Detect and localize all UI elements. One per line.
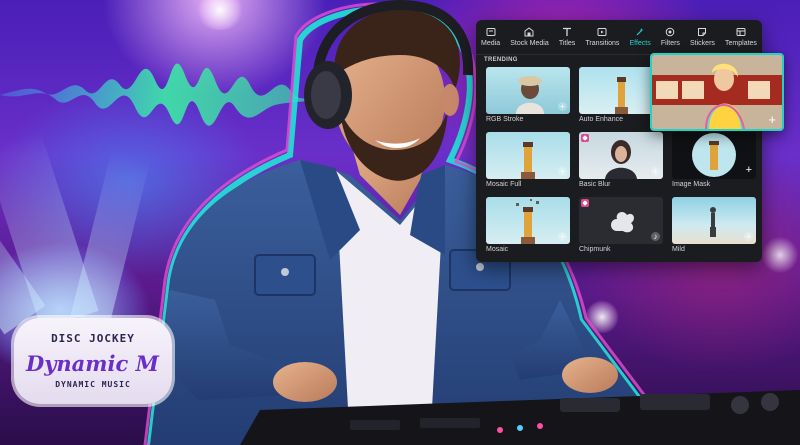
effect-name: Mosaic Full	[486, 181, 522, 188]
effect-card-image-mask[interactable]: + Image Mask	[672, 132, 756, 188]
add-icon[interactable]: +	[746, 165, 752, 176]
effect-name: Image Mask	[672, 181, 711, 188]
effect-card-mild[interactable]: + Mild	[672, 197, 756, 253]
templates-icon	[736, 28, 746, 36]
tab-filters[interactable]: Filters	[656, 20, 685, 54]
stickers-icon	[698, 28, 707, 36]
tab-label: Transitions	[585, 40, 620, 47]
filters-icon	[666, 27, 675, 37]
tab-stock-media[interactable]: Stock Media	[505, 20, 554, 54]
effect-name: Mosaic	[486, 246, 509, 253]
tab-stickers[interactable]: Stickers	[685, 20, 720, 54]
effect-name: Mild	[672, 246, 685, 253]
transitions-icon	[597, 28, 607, 36]
tab-media[interactable]: Media	[476, 20, 505, 54]
tab-titles[interactable]: Titles	[554, 20, 581, 54]
media-icon	[486, 28, 496, 36]
audio-icon[interactable]: ♪	[651, 232, 660, 241]
add-icon[interactable]: +	[744, 232, 753, 241]
effects-icon	[636, 28, 644, 36]
effect-card-mosaic[interactable]: + Mosaic	[486, 197, 570, 253]
add-icon[interactable]: +	[651, 167, 660, 176]
effect-name: Basic Blur	[579, 181, 611, 188]
tab-label: Stickers	[690, 40, 715, 47]
featured-effect-preview[interactable]: +	[650, 53, 784, 131]
effect-card-mosaic-full[interactable]: + Mosaic Full	[486, 132, 570, 188]
tab-label: Templates	[725, 40, 757, 47]
add-icon[interactable]: +	[768, 113, 776, 126]
tab-label: Filters	[660, 40, 680, 47]
add-icon[interactable]: +	[558, 167, 567, 176]
tab-label: Effects	[629, 40, 651, 47]
effect-thumbnail: ♪	[579, 197, 663, 244]
premium-badge-icon	[581, 134, 589, 142]
logo-main-text: Dynamic M	[26, 351, 159, 376]
premium-badge-icon	[581, 199, 589, 207]
hero-background: DISC JOCKEY Dynamic M DYNAMIC MUSIC Medi…	[0, 0, 800, 445]
add-icon[interactable]: +	[558, 232, 567, 241]
effect-card-chipmunk[interactable]: ♪ Chipmunk	[579, 197, 663, 253]
effect-thumbnail: +	[672, 197, 756, 244]
disc-jockey-logo: DISC JOCKEY Dynamic M DYNAMIC MUSIC	[14, 318, 172, 404]
tab-label: Titles	[558, 40, 576, 47]
effect-thumbnail: +	[672, 132, 756, 179]
effect-thumbnail: +	[486, 132, 570, 179]
add-icon[interactable]: +	[558, 102, 567, 111]
tab-effects[interactable]: Effects	[624, 20, 655, 54]
titles-icon	[563, 27, 572, 36]
effect-name: Chipmunk	[579, 246, 611, 253]
tab-label: Media	[481, 40, 501, 47]
section-title: TRENDING	[484, 57, 518, 63]
effect-card-rgb-stroke[interactable]: + RGB Stroke	[486, 67, 570, 123]
preview-image	[652, 55, 782, 129]
stock-media-icon	[524, 27, 534, 37]
tab-templates[interactable]: Templates	[720, 20, 762, 54]
effect-card-basic-blur[interactable]: + Basic Blur	[579, 132, 663, 188]
logo-top-text: DISC JOCKEY	[51, 332, 135, 345]
effect-thumbnail: +	[486, 197, 570, 244]
tab-label: Stock Media	[510, 40, 549, 47]
tab-transitions[interactable]: Transitions	[580, 20, 624, 54]
effect-thumbnail: +	[486, 67, 570, 114]
logo-bottom-text: DYNAMIC MUSIC	[55, 380, 131, 389]
effect-thumbnail: +	[579, 132, 663, 179]
effect-name: RGB Stroke	[486, 116, 524, 123]
panel-tabs: Media Stock Media Titles Transitions Eff…	[476, 20, 762, 55]
